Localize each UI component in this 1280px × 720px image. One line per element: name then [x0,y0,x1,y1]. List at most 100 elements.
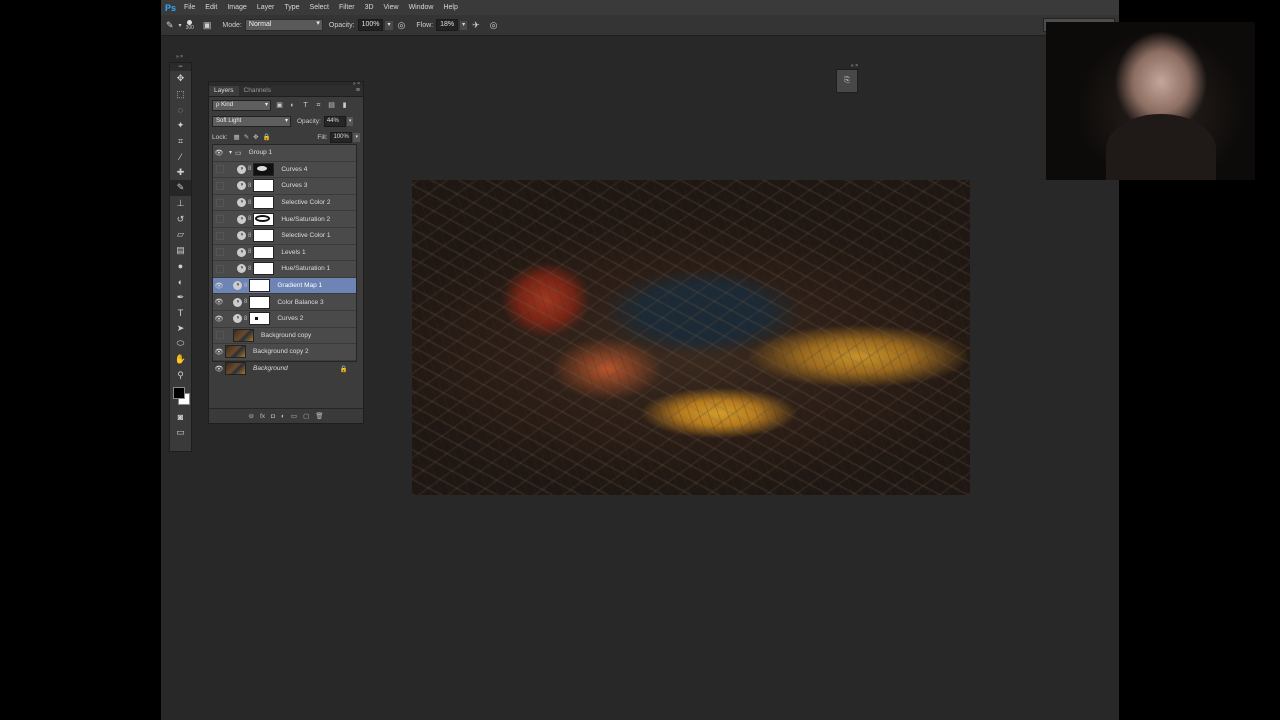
history-brush-icon[interactable]: ↺ [170,211,191,227]
dodge-tool-icon[interactable]: ◐ [170,274,191,290]
shape-filter-icon[interactable]: ⌗ [314,101,323,110]
menu-window[interactable]: Window [409,4,434,11]
menu-type[interactable]: Type [284,4,299,11]
fill-input[interactable]: 100% [330,131,353,143]
zoom-tool-icon[interactable]: ⚲ [170,367,191,383]
mask-link-icon[interactable]: 8 [248,266,251,272]
path-select-tool-icon[interactable]: ➤ [170,321,191,337]
menu-view[interactable]: View [384,4,399,11]
mask-link-icon[interactable]: 8 [244,316,247,322]
visibility-toggle[interactable] [216,264,224,273]
layer-image-thumbnail[interactable] [225,345,246,359]
layer-mask-thumbnail[interactable] [253,162,275,176]
new-layer-icon[interactable]: ▢ [303,412,309,420]
visibility-eye-icon[interactable]: 👁 [213,298,225,306]
layer-row-hue-saturation-2[interactable]: ◑ 8 Hue/Saturation 2 [213,211,356,228]
layer-mask-thumbnail[interactable] [253,179,275,193]
healing-tool-icon[interactable]: ✚ [170,165,191,181]
menu-select[interactable]: Select [310,4,329,11]
layer-row-hue-saturation-1[interactable]: ◑ 8 Hue/Saturation 1 [213,261,356,278]
layer-mask-thumbnail[interactable] [253,196,275,210]
mode-dropdown[interactable]: Normal [244,19,323,31]
eraser-tool-icon[interactable]: ▱ [170,227,191,243]
smart-object-filter-icon[interactable]: ▤ [327,101,336,110]
lock-all-icon[interactable]: 🔒 [263,133,271,141]
layer-image-thumbnail[interactable] [225,362,246,376]
layer-row-curves-2[interactable]: 👁 ◑ 8 Curves 2 [213,311,356,328]
pen-tool-icon[interactable]: ✒ [170,289,191,305]
menu-image[interactable]: Image [227,4,246,11]
layer-row-group-1[interactable]: 👁 ▾ ▭ Group 1 [213,145,356,162]
adjustment-filter-icon[interactable]: ◐ [288,101,297,110]
opacity-input[interactable]: 100% [357,19,384,31]
document-canvas-image[interactable] [412,180,970,495]
kind-filter-dropdown[interactable]: ρ Kind [212,99,271,111]
color-swatches[interactable] [170,383,191,409]
layer-mask-thumbnail[interactable] [253,212,275,226]
tab-channels[interactable]: Channels [239,86,276,96]
layer-row-background[interactable]: 👁 Background 🔒 [213,361,356,378]
brush-panel-icon[interactable]: ▣ [203,20,212,31]
pressure-size-icon[interactable]: ◎ [490,20,498,31]
visibility-eye-icon[interactable]: 👁 [213,149,225,157]
shape-tool-icon[interactable]: ⬭ [170,336,191,352]
pixel-filter-icon[interactable]: ▣ [275,101,284,110]
add-mask-icon[interactable]: ◘ [271,413,275,420]
layer-style-icon[interactable]: fx [260,413,265,420]
visibility-eye-icon[interactable]: 👁 [213,348,225,356]
blend-mode-dropdown[interactable]: Soft Light [212,115,291,127]
gradient-tool-icon[interactable]: ▤ [170,243,191,259]
fill-arrow-icon[interactable]: ▾ [353,132,360,142]
brush-size-picker[interactable]: 300 [186,19,194,31]
layer-opacity-arrow-icon[interactable]: ▾ [346,116,354,126]
menu-3d[interactable]: 3D [365,4,374,11]
hand-tool-icon[interactable]: ✋ [170,352,191,368]
layer-mask-thumbnail[interactable] [249,279,271,293]
move-tool-icon[interactable]: ✥ [170,71,191,87]
visibility-toggle[interactable] [216,248,224,257]
filter-toggle-icon[interactable]: ▮ [340,101,349,110]
mask-link-icon[interactable]: 8 [248,183,251,189]
toolbar-collapse-icon[interactable]: » × [169,53,190,61]
flow-input[interactable]: 18% [436,19,459,31]
airbrush-icon[interactable]: ✈ [472,20,480,31]
layer-opacity-input[interactable]: 44% [323,115,346,127]
lasso-tool-icon[interactable]: ◌ [170,102,191,118]
marquee-tool-icon[interactable]: ⬚ [170,87,191,103]
visibility-toggle[interactable] [216,165,224,174]
layer-row-levels-1[interactable]: ◑ 8 Levels 1 [213,245,356,262]
lock-image-icon[interactable]: ✎ [244,133,249,141]
lock-transparent-icon[interactable]: ▦ [234,133,240,141]
menu-file[interactable]: File [184,4,195,11]
layer-mask-thumbnail[interactable] [249,295,271,309]
type-tool-icon[interactable]: T [170,305,191,321]
visibility-eye-icon[interactable]: 👁 [213,365,225,373]
visibility-toggle[interactable] [216,181,224,190]
layer-row-selective-color-1[interactable]: ◑ 8 Selective Color 1 [213,228,356,245]
visibility-toggle[interactable] [216,331,224,340]
mask-link-icon[interactable]: 8 [248,200,251,206]
menu-filter[interactable]: Filter [339,4,355,11]
layer-row-selective-color-2[interactable]: ◑ 8 Selective Color 2 [213,195,356,212]
layer-mask-thumbnail[interactable] [253,245,275,259]
opacity-arrow-icon[interactable]: ▾ [385,20,393,30]
menu-help[interactable]: Help [443,4,457,11]
crop-tool-icon[interactable]: ⌗ [170,133,191,149]
magic-wand-tool-icon[interactable]: ✦ [170,118,191,134]
layer-row-background-copy-2[interactable]: 👁 Background copy 2 [213,344,356,361]
quick-mask-icon[interactable]: ◙ [170,409,191,425]
mask-link-icon[interactable]: 8 [248,233,251,239]
layer-row-color-balance-3[interactable]: 👁 ◑ 8 Color Balance 3 [213,294,356,311]
layer-row-curves-4[interactable]: ◑ 8 Curves 4 [213,162,356,179]
blur-tool-icon[interactable]: ● [170,258,191,274]
layer-mask-thumbnail[interactable] [253,262,275,276]
visibility-toggle[interactable] [216,198,224,207]
new-group-icon[interactable]: ▭ [291,412,297,420]
lock-position-icon[interactable]: ✥ [253,133,258,141]
layer-row-background-copy[interactable]: Background copy [213,328,356,345]
tool-preset-arrow-icon[interactable]: ▾ [179,22,182,29]
layer-row-curves-3[interactable]: ◑ 8 Curves 3 [213,178,356,195]
visibility-eye-icon[interactable]: 👁 [213,282,225,290]
layer-mask-thumbnail[interactable] [253,229,275,243]
mask-link-icon[interactable]: 8 [248,166,251,172]
